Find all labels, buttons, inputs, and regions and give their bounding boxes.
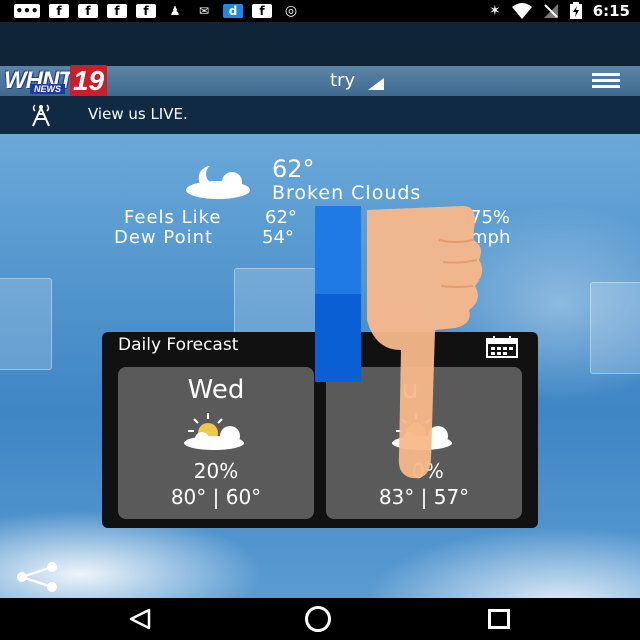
message-icon: ✉	[198, 4, 210, 18]
precip-chance: 20%	[193, 459, 239, 483]
dew-point-value: 54°	[262, 227, 294, 248]
home-icon[interactable]	[305, 606, 331, 632]
logo-sub: NEWS	[30, 84, 65, 94]
feels-like-value: 62°	[265, 207, 297, 228]
facebook-icon: f	[78, 4, 98, 18]
status-bar: ••• f f f f ♟ ✉ d f ◎ ✶ 6:15	[0, 0, 640, 22]
facebook-icon: f	[49, 4, 69, 18]
location-label[interactable]: try	[330, 70, 355, 91]
app-header: WHNT 19 NEWS try	[0, 65, 640, 97]
day-name: Wed	[187, 375, 245, 405]
dropdown-triangle-icon[interactable]	[368, 78, 384, 90]
dew-point-label: Dew Point	[114, 227, 214, 248]
recent-apps-icon[interactable]	[488, 609, 510, 629]
feels-like-label: Feels Like	[124, 207, 222, 228]
logo-number: 19	[69, 65, 108, 97]
side-card-left[interactable]	[0, 278, 52, 370]
share-icon[interactable]	[14, 562, 60, 592]
broadcast-tower-icon	[32, 104, 50, 127]
more-icon: •••	[14, 4, 40, 18]
forecast-title: Daily Forecast	[118, 335, 239, 355]
station-logo[interactable]: WHNT 19 NEWS	[4, 65, 108, 97]
facebook-icon: f	[107, 4, 127, 18]
system-status: ✶ 6:15	[489, 0, 630, 22]
live-label: View us LIVE.	[88, 105, 188, 123]
figure-icon: ♟	[169, 4, 181, 18]
facebook-icon: f	[252, 4, 272, 18]
hamburger-menu-icon[interactable]	[592, 73, 620, 89]
system-nav-bar	[0, 598, 640, 640]
side-card-right[interactable]	[590, 282, 640, 374]
facebook-icon: f	[136, 4, 156, 18]
record-icon: ◎	[284, 3, 298, 19]
battery-charging-icon	[569, 2, 582, 19]
high-low: 83° | 57°	[378, 485, 470, 509]
high-low: 80° | 60°	[170, 485, 262, 509]
pointing-hand-icon	[367, 206, 483, 479]
moon-cloud-icon	[186, 166, 250, 199]
dictionary-icon: d	[223, 4, 243, 18]
notification-icons: ••• f f f f ♟ ✉ d f ◎	[14, 2, 301, 20]
wifi-icon	[511, 3, 532, 19]
partly-sunny-icon	[184, 413, 244, 450]
current-temperature: 62°	[272, 155, 315, 183]
clock: 6:15	[592, 2, 630, 20]
no-signal-icon	[543, 4, 558, 18]
bluetooth-icon: ✶	[488, 3, 501, 19]
calendar-icon[interactable]	[486, 336, 518, 358]
forecast-day-card[interactable]: Wed 20% 80° | 60°	[118, 367, 314, 519]
app-top-band	[0, 22, 640, 66]
live-bar[interactable]: View us LIVE.	[0, 96, 640, 134]
back-icon[interactable]	[128, 608, 152, 630]
